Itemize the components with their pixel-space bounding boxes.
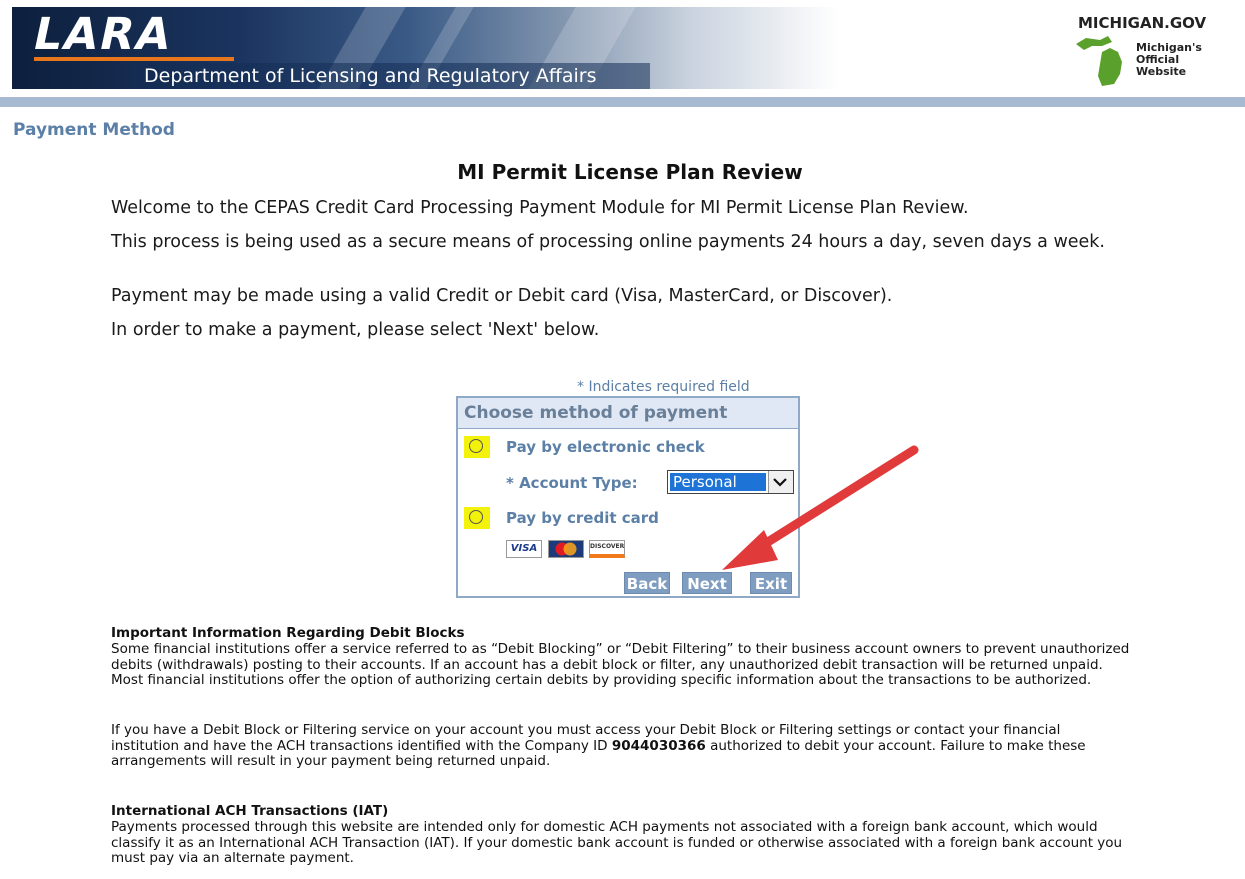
account-type-label: * Account Type:	[506, 474, 638, 492]
banner-accent-line	[34, 57, 234, 61]
back-button[interactable]: Back	[624, 572, 670, 594]
option-electronic-check-label[interactable]: Pay by electronic check	[506, 438, 705, 456]
iat-heading: International ACH Transactions (IAT)	[111, 803, 389, 819]
intro-cards: Payment may be made using a valid Credit…	[111, 286, 893, 306]
debit-blocks-paragraph-2: If you have a Debit Block or Filtering s…	[111, 722, 1131, 770]
option-credit-card-label[interactable]: Pay by credit card	[506, 509, 659, 527]
department-name: Department of Licensing and Regulatory A…	[144, 65, 597, 87]
discover-logo-icon: DISCOVER	[589, 540, 625, 558]
visa-logo-icon: VISA	[506, 540, 542, 558]
michigan-gov-logo[interactable]: MICHIGAN.GOV Michigan's Official Website	[1070, 10, 1220, 90]
michigan-gov-title: MICHIGAN.GOV	[1078, 14, 1207, 32]
intro-instruction: In order to make a payment, please selec…	[111, 320, 600, 340]
radio-circle-icon	[469, 439, 483, 453]
required-field-note: * Indicates required field	[577, 379, 750, 395]
radio-electronic-check[interactable]	[464, 436, 490, 458]
tagline-line: Website	[1136, 65, 1187, 78]
mastercard-logo-icon	[548, 540, 584, 558]
radio-circle-icon	[469, 510, 483, 524]
page-title: MI Permit License Plan Review	[457, 160, 803, 184]
payment-form-title: Choose method of payment	[458, 398, 798, 429]
iat-paragraph: Payments processed through this website …	[111, 819, 1123, 867]
intro-secure: This process is being used as a secure m…	[111, 232, 1105, 252]
lara-banner[interactable]: LARA Department of Licensing and Regulat…	[12, 7, 838, 89]
debit-blocks-heading: Important Information Regarding Debit Bl…	[111, 625, 465, 641]
intro-welcome: Welcome to the CEPAS Credit Card Process…	[111, 198, 969, 218]
red-arrow-icon	[722, 445, 919, 570]
michigan-gov-tagline: Michigan's Official Website	[1136, 42, 1202, 78]
michigan-map-icon	[1076, 36, 1122, 86]
header-divider	[0, 97, 1245, 107]
lara-logo: LARA	[28, 9, 178, 60]
radio-credit-card[interactable]	[464, 507, 490, 529]
section-title: Payment Method	[13, 120, 175, 140]
company-id: 9044030366	[611, 737, 706, 754]
debit-blocks-paragraph: Some financial institutions offer a serv…	[111, 641, 1130, 689]
